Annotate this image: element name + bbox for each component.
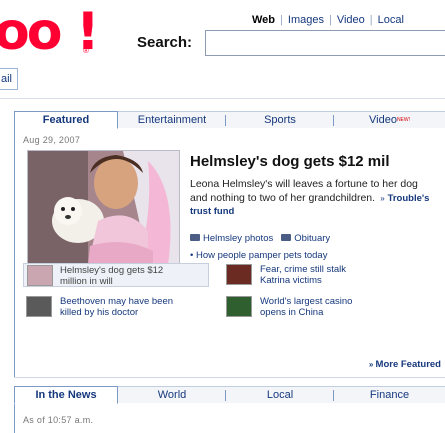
story-photo[interactable] <box>27 150 180 264</box>
double-arrow-icon: » <box>368 360 376 369</box>
related-line2: opens in China <box>260 307 324 318</box>
header-divider <box>0 98 445 99</box>
logo-registered-mark: ® <box>83 46 89 55</box>
tab-video[interactable]: VideoNEW! <box>334 111 445 128</box>
obituary-label: Obituary <box>294 233 331 244</box>
related-thumbnail <box>27 265 53 286</box>
featured-tabbar: Featured Entertainment Sports VideoNEW! <box>14 111 445 129</box>
tab-featured-label: Featured <box>42 114 90 126</box>
search-input[interactable] <box>205 30 445 56</box>
more-featured-label: More Featured <box>375 359 441 370</box>
search-tab-web[interactable]: Web <box>252 14 275 26</box>
related-line2: million in will <box>60 276 113 287</box>
tab-video-label: Video <box>369 114 397 126</box>
related-line2: Katrina victims <box>260 275 322 286</box>
more-featured-link[interactable]: » More Featured <box>369 359 441 370</box>
search-tab-images[interactable]: Images <box>288 14 324 26</box>
news-tabbar: In the News World Local Finance <box>14 386 445 404</box>
search-tab-video[interactable]: Video <box>337 14 365 26</box>
related-story-3[interactable]: Beethoven may have been killed by his do… <box>26 296 216 320</box>
related-line2: killed by his doctor <box>60 307 139 318</box>
helmsley-photos-link[interactable]: Helmsley photos <box>190 233 273 244</box>
search-vertical-tabs: Web | Images | Video | Local <box>252 14 404 26</box>
news-timestamp: As of 10:57 a.m. <box>23 415 94 425</box>
tab-in-the-news-label: In the News <box>35 389 97 401</box>
separator: | <box>369 14 373 26</box>
pamper-pets-label: How people pamper pets today <box>195 250 328 261</box>
tab-world-label: World <box>157 389 187 401</box>
obituary-link[interactable]: Obituary <box>281 233 330 244</box>
media-links: Helmsley photos Obituary <box>190 233 330 244</box>
photo-woman-with-dog-image <box>28 151 179 263</box>
tab-local[interactable]: Local <box>226 386 334 403</box>
tab-featured[interactable]: Featured <box>14 111 118 129</box>
story-headline[interactable]: Helmsley's dog gets $12 mil <box>190 153 389 170</box>
related-thumbnail <box>226 296 252 317</box>
tab-world[interactable]: World <box>118 386 226 403</box>
related-line1: World's largest casino <box>260 296 353 307</box>
tab-local-label: Local <box>266 389 294 401</box>
tab-finance[interactable]: Finance <box>334 386 445 403</box>
related-line1: Beethoven may have been <box>60 296 174 307</box>
related-line1: Helmsley's dog gets $12 <box>60 265 164 276</box>
mail-button[interactable]: ail <box>0 68 18 90</box>
obituary-icon <box>281 234 292 241</box>
pamper-pets-link[interactable]: • How people pamper pets today <box>190 250 327 261</box>
camera-icon <box>190 234 200 241</box>
tab-sports-label: Sports <box>264 114 296 126</box>
related-thumbnail <box>226 264 252 285</box>
separator: | <box>280 14 283 26</box>
new-badge: NEW! <box>396 117 410 123</box>
separator: | <box>328 14 332 26</box>
related-thumbnail <box>26 296 52 317</box>
yahoo-logo[interactable]: oo ! ® <box>0 6 104 58</box>
module-divider <box>14 377 445 378</box>
tab-sports[interactable]: Sports <box>226 111 334 128</box>
tab-finance-label: Finance <box>369 389 410 401</box>
related-story-1[interactable]: Helmsley's dog gets $12 million in will <box>23 263 209 287</box>
tab-in-the-news[interactable]: In the News <box>14 386 118 404</box>
search-label: Search: <box>137 34 193 51</box>
featured-date: Aug 29, 2007 <box>23 135 81 145</box>
related-story-4[interactable]: World's largest casino opens in China <box>226 296 426 320</box>
story-summary: Leona Helmsley's will leaves a fortune t… <box>190 178 435 219</box>
tab-entertainment[interactable]: Entertainment <box>118 111 226 128</box>
related-story-2[interactable]: Fear, crime still stalk Katrina victims <box>226 264 426 288</box>
double-arrow-icon: » <box>377 193 385 203</box>
logo-text: oo <box>0 6 62 58</box>
related-line1: Fear, crime still stalk <box>260 264 347 275</box>
helmsley-photos-label: Helmsley photos <box>203 233 274 244</box>
search-tab-local[interactable]: Local <box>378 14 404 26</box>
tab-entertainment-label: Entertainment <box>137 114 207 126</box>
